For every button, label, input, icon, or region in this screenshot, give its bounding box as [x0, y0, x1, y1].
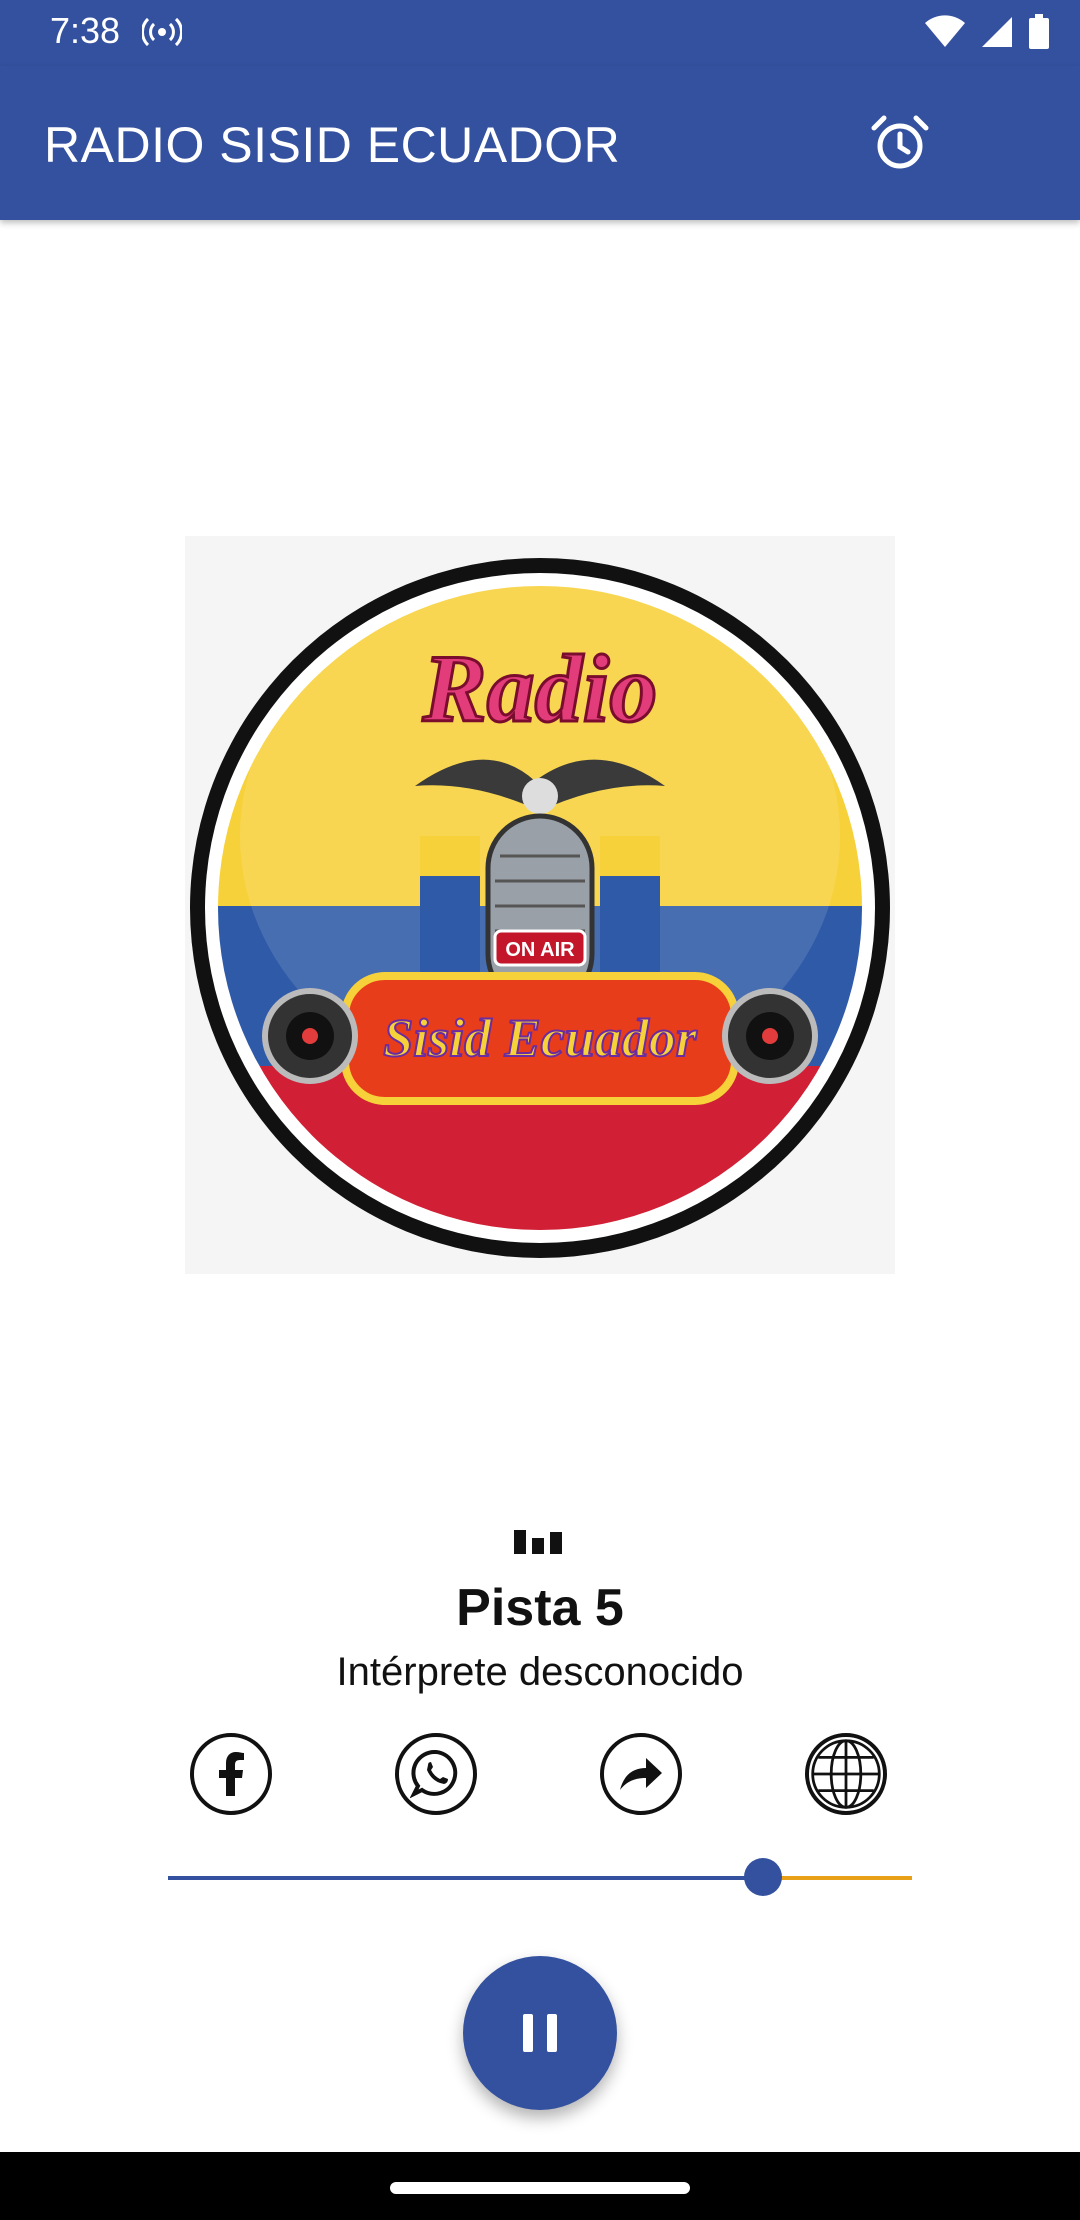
equalizer-icon — [514, 1528, 562, 1559]
hotspot-icon — [141, 16, 183, 53]
facebook-button[interactable] — [190, 1733, 272, 1815]
status-bar: 7:38 — [0, 0, 1080, 66]
app-bar: RADIO SISID ECUADOR — [0, 66, 1080, 220]
logo-text-top: Radio — [422, 635, 658, 742]
speaker-right-icon — [722, 988, 818, 1084]
navigation-bar — [0, 2152, 1080, 2220]
track-title: Pista 5 — [456, 1579, 624, 1637]
facebook-icon — [219, 1752, 244, 1796]
status-time: 7:38 — [50, 10, 121, 51]
station-logo: ON AIR Radio Sisid Ecuador — [185, 536, 895, 1274]
website-button[interactable] — [805, 1733, 887, 1815]
progress-fill — [168, 1876, 764, 1880]
on-air-badge: ON AIR — [505, 939, 575, 961]
alarm-clock-icon — [871, 115, 929, 169]
alarm-button[interactable] — [866, 110, 934, 178]
share-icon — [620, 1758, 662, 1790]
share-button[interactable] — [600, 1733, 682, 1815]
whatsapp-icon — [410, 1749, 458, 1799]
wifi-icon — [924, 15, 966, 54]
playback-progress[interactable] — [168, 1858, 912, 1896]
home-handle[interactable] — [390, 2182, 690, 2194]
pause-icon — [516, 2014, 564, 2052]
app-title: RADIO SISID ECUADOR — [44, 117, 621, 173]
globe-icon — [811, 1739, 881, 1809]
battery-icon — [1028, 14, 1050, 55]
speaker-left-icon — [262, 988, 358, 1084]
whatsapp-button[interactable] — [395, 1733, 477, 1815]
track-artist: Intérprete desconocido — [336, 1650, 744, 1694]
progress-thumb[interactable] — [744, 1858, 783, 1896]
play-pause-button[interactable] — [463, 1956, 617, 2110]
logo-text-bottom: Sisid Ecuador — [383, 1008, 698, 1068]
cell-signal-icon — [980, 15, 1014, 54]
